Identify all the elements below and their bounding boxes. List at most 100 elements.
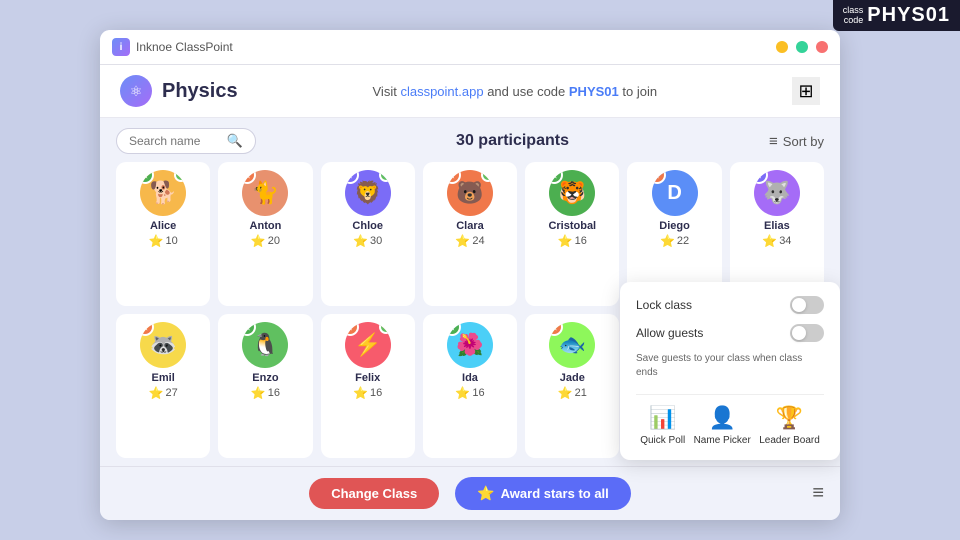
star-icon: ⭐ — [558, 386, 573, 400]
footer-menu-button[interactable]: ≡ — [812, 482, 824, 505]
star-count: 16 — [370, 387, 382, 399]
avatar: 🐈 — [252, 180, 279, 206]
participant-card[interactable]: ★🦝Emil⭐27 — [116, 314, 210, 458]
star-count: 30 — [370, 235, 382, 247]
allow-guests-row: Allow guests — [636, 324, 824, 342]
header-left: ⚛ Physics — [120, 75, 238, 107]
lock-class-label: Lock class — [636, 298, 692, 312]
star-count: 34 — [779, 235, 791, 247]
close-button[interactable] — [816, 41, 828, 53]
star-count: 16 — [575, 235, 587, 247]
participant-name: Ida — [462, 372, 478, 384]
participant-card[interactable]: ★🐟Jade⭐21 — [525, 314, 619, 458]
participant-card[interactable]: ★🐈Anton⭐20 — [218, 162, 312, 306]
class-title: Physics — [162, 80, 238, 103]
star-count: 16 — [268, 387, 280, 399]
star-icon: ⭐ — [762, 234, 777, 248]
save-guests-note: Save guests to your class when class end… — [636, 352, 824, 380]
avatar: 🐕 — [149, 180, 176, 206]
online-indicator — [174, 170, 186, 182]
participant-card[interactable]: ★🐧Enzo⭐16 — [218, 314, 312, 458]
toolbar: 🔍 30 participants ≡ Sort by — [116, 118, 824, 162]
sort-icon: ≡ — [769, 133, 778, 150]
sort-label: Sort by — [783, 134, 824, 149]
titlebar-controls — [776, 41, 828, 53]
online-indicator — [379, 322, 391, 334]
star-icon: ⭐ — [149, 386, 164, 400]
qr-code[interactable]: ⊞ — [792, 77, 820, 105]
participant-name: Emil — [152, 372, 175, 384]
star-count: 16 — [472, 387, 484, 399]
popup-actions: 📊 Quick Poll 👤 Name Picker 🏆 Leader Boar… — [636, 394, 824, 446]
star-count: 10 — [165, 235, 177, 247]
participant-name: Enzo — [252, 372, 278, 384]
participant-card[interactable]: ★🐯Cristobal⭐16 — [525, 162, 619, 306]
star-count: 24 — [472, 235, 484, 247]
quick-poll-icon: 📊 — [649, 405, 676, 431]
leader-board-icon: 🏆 — [776, 405, 803, 431]
titlebar: i Inknoe ClassPoint — [100, 30, 840, 65]
header-center: Visit classpoint.app and use code PHYS01… — [373, 84, 658, 99]
lock-class-row: Lock class — [636, 296, 824, 314]
class-code-label: class code — [843, 6, 864, 26]
middle-text: and use code — [487, 84, 569, 99]
award-stars-button[interactable]: ⭐ Award stars to all — [455, 477, 631, 510]
classpoint-link[interactable]: classpoint.app — [400, 84, 483, 99]
header: ⚛ Physics Visit classpoint.app and use c… — [100, 65, 840, 118]
leader-board-label: Leader Board — [759, 435, 820, 446]
footer: Change Class ⭐ Award stars to all ≡ — [100, 466, 840, 520]
participant-card[interactable]: ★🐕Alice⭐10 — [116, 162, 210, 306]
change-class-button[interactable]: Change Class — [309, 478, 439, 509]
star-icon: ⭐ — [353, 386, 368, 400]
star-icon: ⭐ — [558, 234, 573, 248]
join-text: to join — [622, 84, 657, 99]
participant-name: Cristobal — [548, 220, 596, 232]
titlebar-left: i Inknoe ClassPoint — [112, 38, 233, 56]
star-count: 27 — [165, 387, 177, 399]
participant-card[interactable]: ★⚡Felix⭐16 — [321, 314, 415, 458]
name-picker-icon: 👤 — [709, 405, 736, 431]
quick-poll-action[interactable]: 📊 Quick Poll — [640, 405, 685, 446]
settings-popup: Lock class Allow guests Save guests to y… — [620, 282, 840, 460]
participant-name: Chloe — [352, 220, 383, 232]
class-code-value: PHYS01 — [867, 4, 950, 27]
leader-board-action[interactable]: 🏆 Leader Board — [759, 405, 820, 446]
avatar: 🐟 — [559, 332, 586, 358]
avatar: 🐺 — [763, 180, 790, 206]
join-code: PHYS01 — [569, 84, 619, 99]
online-indicator — [379, 170, 391, 182]
star-count: 20 — [268, 235, 280, 247]
search-icon: 🔍 — [227, 133, 243, 149]
allow-guests-toggle[interactable] — [790, 324, 824, 342]
avatar: 🐻 — [456, 180, 483, 206]
participant-card[interactable]: ★🌺Ida⭐16 — [423, 314, 517, 458]
participant-name: Alice — [150, 220, 176, 232]
name-picker-label: Name Picker — [694, 435, 751, 446]
name-picker-action[interactable]: 👤 Name Picker — [694, 405, 751, 446]
star-icon: ⭐ — [353, 234, 368, 248]
participant-name: Jade — [560, 372, 585, 384]
participant-card[interactable]: ★🦁Chloe⭐30 — [321, 162, 415, 306]
maximize-button[interactable] — [796, 41, 808, 53]
star-icon: ⭐ — [455, 386, 470, 400]
quick-poll-label: Quick Poll — [640, 435, 685, 446]
participant-name: Diego — [659, 220, 690, 232]
search-input[interactable] — [129, 134, 221, 148]
participant-card[interactable]: ★🐻Clara⭐24 — [423, 162, 517, 306]
avatar: 🐯 — [559, 180, 586, 206]
avatar: ⚡ — [354, 332, 381, 358]
sort-button[interactable]: ≡ Sort by — [769, 133, 824, 150]
participant-name: Anton — [250, 220, 282, 232]
lock-class-toggle[interactable] — [790, 296, 824, 314]
star-icon: ⭐ — [660, 234, 675, 248]
avatar: 🦝 — [149, 332, 176, 358]
award-label: Award stars to all — [501, 486, 609, 501]
star-icon: ⭐ — [251, 386, 266, 400]
class-code-badge: class code PHYS01 — [833, 0, 960, 31]
minimize-button[interactable] — [776, 41, 788, 53]
main-window: i Inknoe ClassPoint ⚛ Physics Visit clas… — [100, 30, 840, 520]
app-name: Inknoe ClassPoint — [136, 40, 233, 54]
visit-text: Visit — [373, 84, 397, 99]
participant-name: Elias — [764, 220, 790, 232]
search-box[interactable]: 🔍 — [116, 128, 256, 154]
